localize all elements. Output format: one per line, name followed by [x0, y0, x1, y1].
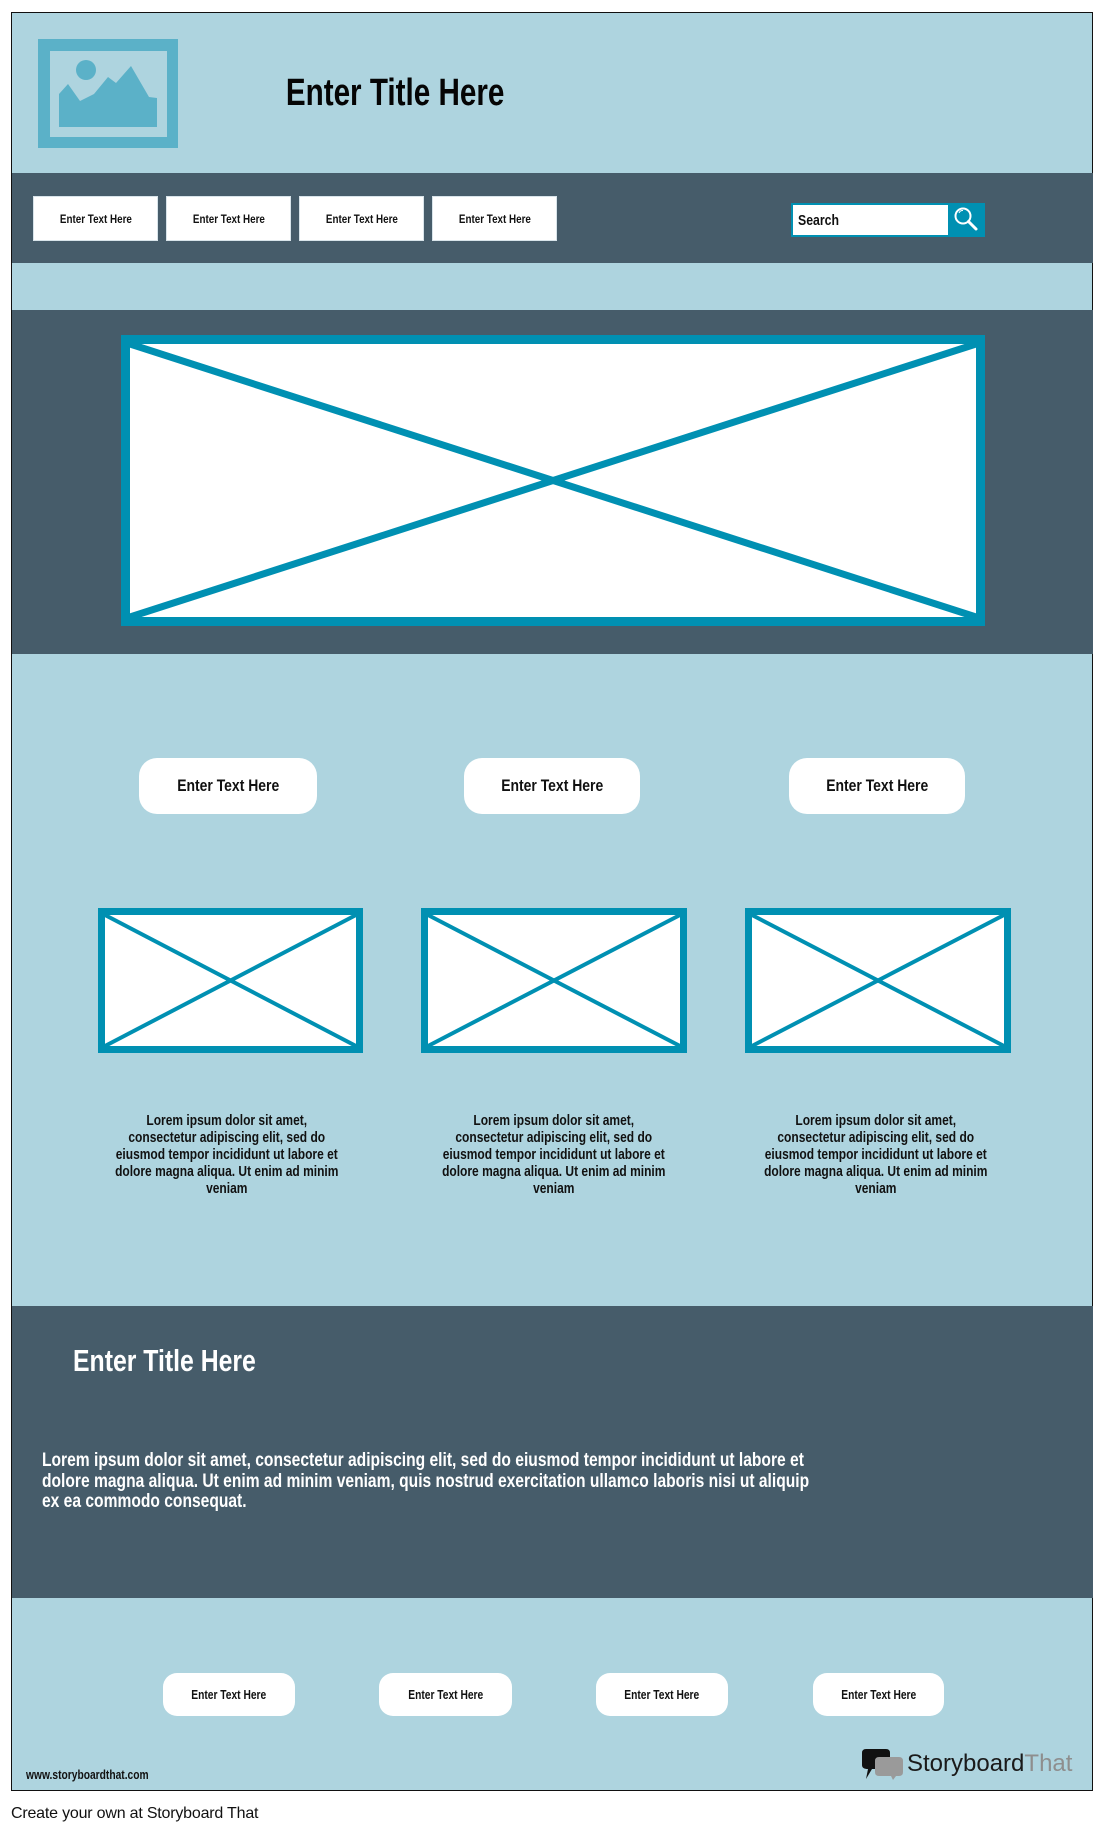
page-title: Enter Title Here [260, 70, 530, 116]
search-input[interactable]: Search [793, 205, 948, 235]
column-text: Lorem ipsum dolor sit amet, consectetur … [442, 1112, 666, 1197]
nav-button-4[interactable]: Enter Text Here [432, 196, 557, 241]
footer-button-label: Enter Text Here [191, 1687, 267, 1702]
column-2-text: Lorem ipsum dolor sit amet, consectetur … [439, 1112, 669, 1197]
hero-image-placeholder [121, 335, 985, 626]
nav-button-label: Enter Text Here [192, 211, 265, 226]
footer-button-4[interactable]: Enter Text Here [813, 1673, 944, 1716]
search-button[interactable] [948, 203, 985, 237]
footer-button-label: Enter Text Here [407, 1687, 484, 1702]
brand-logo[interactable]: Storyboard That [862, 1748, 1078, 1780]
nav-button-2[interactable]: Enter Text Here [166, 196, 291, 241]
feature-body-line: dolore magna aliqua. Ut enim ad minim ve… [42, 1469, 810, 1492]
column-text: Lorem ipsum dolor sit amet, consectetur … [764, 1112, 988, 1197]
footer-caption[interactable]: Create your own at Storyboard That [11, 1803, 258, 1825]
image-placeholder-icon [98, 908, 363, 1053]
footer-button-label: Enter Text Here [840, 1687, 917, 1702]
footer-url[interactable]: www.storyboardthat.com [26, 1766, 176, 1784]
feature-title-text: Enter Title Here [73, 1343, 256, 1378]
column-button-label: Enter Text Here [176, 776, 280, 795]
column-3-button[interactable]: Enter Text Here [789, 758, 965, 814]
image-placeholder-icon [121, 335, 985, 626]
footer-button-3[interactable]: Enter Text Here [596, 1673, 728, 1716]
brand-name-storyboard: Storyboard [907, 1750, 1025, 1777]
feature-body: Lorem ipsum dolor sit amet, consectetur … [42, 1450, 942, 1512]
nav-button-label: Enter Text Here [59, 211, 132, 226]
footer-button-2[interactable]: Enter Text Here [379, 1673, 512, 1716]
nav-button-1[interactable]: Enter Text Here [33, 196, 158, 241]
footer-button-label: Enter Text Here [624, 1687, 700, 1702]
feature-title: Enter Title Here [73, 1340, 302, 1382]
speech-bubbles-icon [862, 1749, 903, 1780]
column-1-image-placeholder [98, 908, 363, 1053]
feature-body-line: ex ea commodo consequat. [42, 1490, 247, 1512]
magnifier-icon [954, 207, 978, 231]
nav-button-label: Enter Text Here [458, 211, 531, 226]
feature-body-line: Lorem ipsum dolor sit amet, consectetur … [42, 1449, 804, 1471]
column-text: Lorem ipsum dolor sit amet, consectetur … [115, 1112, 339, 1197]
column-button-label: Enter Text Here [825, 776, 929, 795]
column-1-text: Lorem ipsum dolor sit amet, consectetur … [112, 1112, 342, 1197]
column-2-button[interactable]: Enter Text Here [464, 758, 640, 814]
footer-caption-text: Create your own at Storyboard That [11, 1805, 259, 1822]
column-3-text: Lorem ipsum dolor sit amet, consectetur … [761, 1112, 991, 1197]
image-placeholder-icon [421, 908, 687, 1053]
nav-button-label: Enter Text Here [325, 211, 398, 226]
search-input-text: Search [798, 211, 840, 229]
footer-url-text: www.storyboardthat.com [26, 1768, 149, 1782]
nav-button-3[interactable]: Enter Text Here [299, 196, 424, 241]
header-logo [38, 39, 178, 148]
column-3-image-placeholder [745, 908, 1011, 1053]
column-2-image-placeholder [421, 908, 687, 1053]
brand-name-that: That [1024, 1750, 1073, 1777]
column-button-label: Enter Text Here [500, 776, 604, 795]
footer-button-1[interactable]: Enter Text Here [163, 1673, 295, 1716]
image-placeholder-icon [38, 39, 178, 148]
search-box: Search [791, 203, 985, 237]
image-placeholder-icon [745, 908, 1011, 1053]
page-title-text: Enter Title Here [285, 71, 505, 114]
column-1-button[interactable]: Enter Text Here [139, 758, 317, 814]
